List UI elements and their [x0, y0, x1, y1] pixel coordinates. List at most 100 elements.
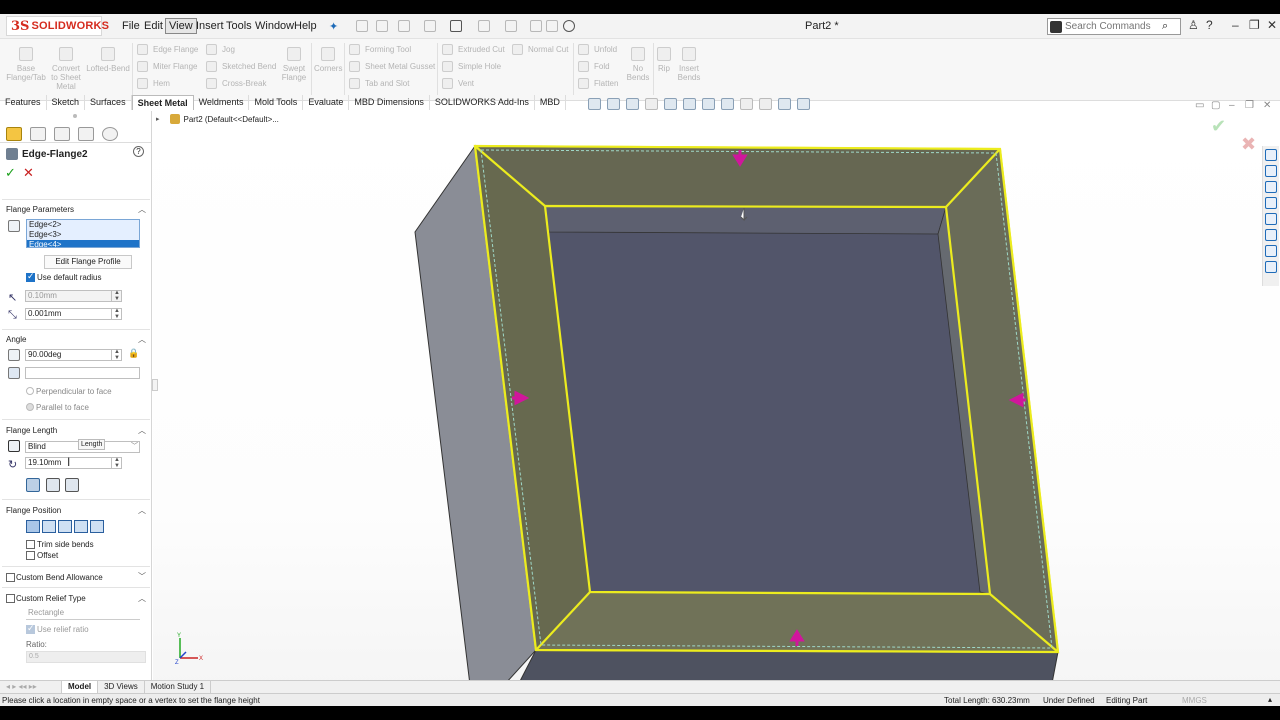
radius-spinner[interactable]: ▲ ▼	[111, 290, 122, 302]
flange-position-header[interactable]: Flange Position	[6, 506, 61, 515]
edge-list-item[interactable]: Edge<2>	[27, 220, 139, 230]
solidworks-resources-icon[interactable]	[1265, 149, 1277, 161]
rip-button[interactable]: Rip	[655, 47, 673, 73]
gap-distance-field[interactable]: 0.001mm	[25, 308, 122, 320]
sheet-metal-box-model[interactable]	[153, 111, 1280, 686]
convert-sheet-metal-button[interactable]: Convert to Sheet Metal	[48, 47, 84, 91]
tab-sketch[interactable]: Sketch	[47, 95, 86, 110]
viewport-tile-icon[interactable]: ▭	[1195, 100, 1204, 111]
property-manager-tab-icon[interactable]	[30, 126, 46, 141]
bend-radius-field[interactable]: 0.10mm	[25, 290, 122, 302]
appearances-icon[interactable]	[1265, 213, 1277, 225]
configuration-manager-tab-icon[interactable]	[54, 126, 70, 141]
menu-view[interactable]: View	[165, 18, 197, 34]
collapse-chevron-icon[interactable]: ︿	[138, 204, 146, 215]
flange-parameters-header[interactable]: Flange Parameters	[6, 205, 74, 214]
use-relief-ratio-checkbox[interactable]	[26, 623, 35, 634]
custom-bend-allowance-header[interactable]: Custom Bend Allowance	[16, 573, 103, 582]
apply-scene-icon[interactable]	[759, 98, 772, 110]
tab-solidworks-addins[interactable]: SOLIDWORKS Add-Ins	[430, 95, 535, 110]
options-gear-icon[interactable]	[563, 20, 575, 32]
collapse-chevron-icon[interactable]: ︿	[138, 425, 146, 436]
extruded-cut-button[interactable]: Extruded Cut	[442, 44, 505, 55]
confirmation-cancel-icon[interactable]: ✖	[1241, 134, 1256, 155]
bend-outside-button[interactable]	[58, 520, 72, 533]
trim-side-bends-checkbox[interactable]	[26, 540, 35, 549]
tree-expand-icon[interactable]: ▸	[156, 115, 160, 123]
edge-list-item-selected[interactable]: Edge<4>	[27, 240, 139, 247]
previous-view-icon[interactable]	[626, 98, 639, 110]
confirmation-ok-icon[interactable]: ✔	[1211, 116, 1226, 137]
print-icon[interactable]	[450, 20, 462, 32]
tangent-to-bend-button[interactable]	[90, 520, 104, 533]
solidworks-forum-icon[interactable]	[1265, 245, 1277, 257]
tab-mold-tools[interactable]: Mold Tools	[249, 95, 304, 110]
edge-flange-button[interactable]: Edge Flange	[137, 44, 198, 55]
zoom-to-fit-icon[interactable]	[588, 98, 601, 110]
perpendicular-radio[interactable]	[26, 387, 34, 395]
search-icon[interactable]: ⌕	[1162, 20, 1168, 33]
edge-list-item[interactable]: Edge<3>	[27, 230, 139, 240]
virtual-sharp-button[interactable]	[74, 520, 88, 533]
gusset-button[interactable]: Sheet Metal Gusset	[349, 61, 435, 72]
relief-ratio-field[interactable]: 0.5	[26, 651, 146, 663]
file-explorer-icon[interactable]	[1265, 181, 1277, 193]
fold-button[interactable]: Fold	[578, 61, 610, 72]
view-palette-icon[interactable]	[1265, 197, 1277, 209]
panel-grip-icon[interactable]	[73, 114, 77, 118]
hem-button[interactable]: Hem	[137, 78, 170, 89]
tab-weldments[interactable]: Weldments	[194, 95, 250, 110]
search-commands[interactable]: ⌕	[1047, 18, 1181, 35]
lock-icon[interactable]: 🔒	[128, 348, 139, 359]
model-inner-back-wall[interactable]	[544, 205, 947, 235]
tab-features[interactable]: Features	[0, 95, 47, 110]
corners-button[interactable]: Corners	[314, 47, 342, 73]
flange-length-header[interactable]: Flange Length	[6, 426, 57, 435]
view-settings-icon[interactable]	[778, 98, 791, 110]
collaboration-icon[interactable]	[1265, 261, 1277, 273]
dimxpert-tab-icon[interactable]	[78, 126, 94, 141]
search-input[interactable]	[1065, 21, 1160, 32]
length-spinner[interactable]: ▲ ▼	[111, 457, 122, 469]
tab-motion-study[interactable]: Motion Study 1	[145, 681, 212, 693]
swept-flange-button[interactable]: Swept Flange	[279, 47, 309, 82]
tab-model[interactable]: Model	[62, 681, 99, 693]
restore-button[interactable]: ❐	[1249, 18, 1260, 32]
tab-mbd[interactable]: MBD	[535, 95, 566, 110]
home-icon[interactable]	[356, 20, 368, 32]
cross-break-button[interactable]: Cross-Break	[206, 78, 266, 89]
tab-scroll-arrows-icon[interactable]: ◂ ▸ ◂◂ ▸▸	[0, 681, 62, 693]
no-bends-button[interactable]: No Bends	[626, 47, 650, 82]
gap-spinner[interactable]: ▲ ▼	[111, 308, 122, 320]
outer-virtual-sharp-button[interactable]	[26, 478, 40, 492]
reverse-direction-icon[interactable]	[8, 440, 20, 452]
section-view-icon[interactable]	[645, 98, 658, 110]
ok-button[interactable]: ✓	[5, 165, 16, 181]
user-icon[interactable]: ♙	[1188, 18, 1199, 32]
chevron-down-icon[interactable]: ﹀	[131, 441, 138, 451]
viewport-close-icon[interactable]: ✕	[1263, 100, 1271, 111]
viewport-minimize-icon[interactable]: –	[1229, 100, 1235, 111]
search-scope-icon[interactable]	[1050, 20, 1062, 33]
edit-flange-profile-button[interactable]: Edit Flange Profile	[44, 255, 132, 269]
angle-header[interactable]: Angle	[6, 335, 26, 344]
menu-help[interactable]: Help	[291, 19, 320, 33]
angle-spinner[interactable]: ▲ ▼	[111, 349, 122, 361]
viewport-restore-icon[interactable]: ❐	[1245, 100, 1254, 111]
offset-checkbox[interactable]	[26, 551, 35, 560]
edge-selection-list[interactable]: Edge<2> Edge<3> Edge<4>	[26, 219, 140, 248]
custom-properties-icon[interactable]	[1265, 229, 1277, 241]
tab-sheet-metal[interactable]: Sheet Metal	[131, 95, 194, 110]
pin-icon[interactable]: ✦	[326, 19, 341, 34]
tab-mbd-dimensions[interactable]: MBD Dimensions	[349, 95, 430, 110]
base-flange-button[interactable]: Base Flange/Tab	[6, 47, 46, 82]
select-icon[interactable]	[505, 20, 517, 32]
custom-bend-allowance-checkbox[interactable]	[6, 573, 15, 582]
jog-button[interactable]: Jog	[206, 44, 235, 55]
tab-3d-views[interactable]: 3D Views	[98, 681, 145, 693]
collapse-chevron-icon[interactable]: ︿	[138, 593, 146, 604]
miter-flange-button[interactable]: Miter Flange	[137, 61, 197, 72]
minimize-button[interactable]: –	[1232, 18, 1239, 32]
flatten-button[interactable]: Flatten	[578, 78, 618, 89]
model-cavity[interactable]	[545, 206, 990, 594]
